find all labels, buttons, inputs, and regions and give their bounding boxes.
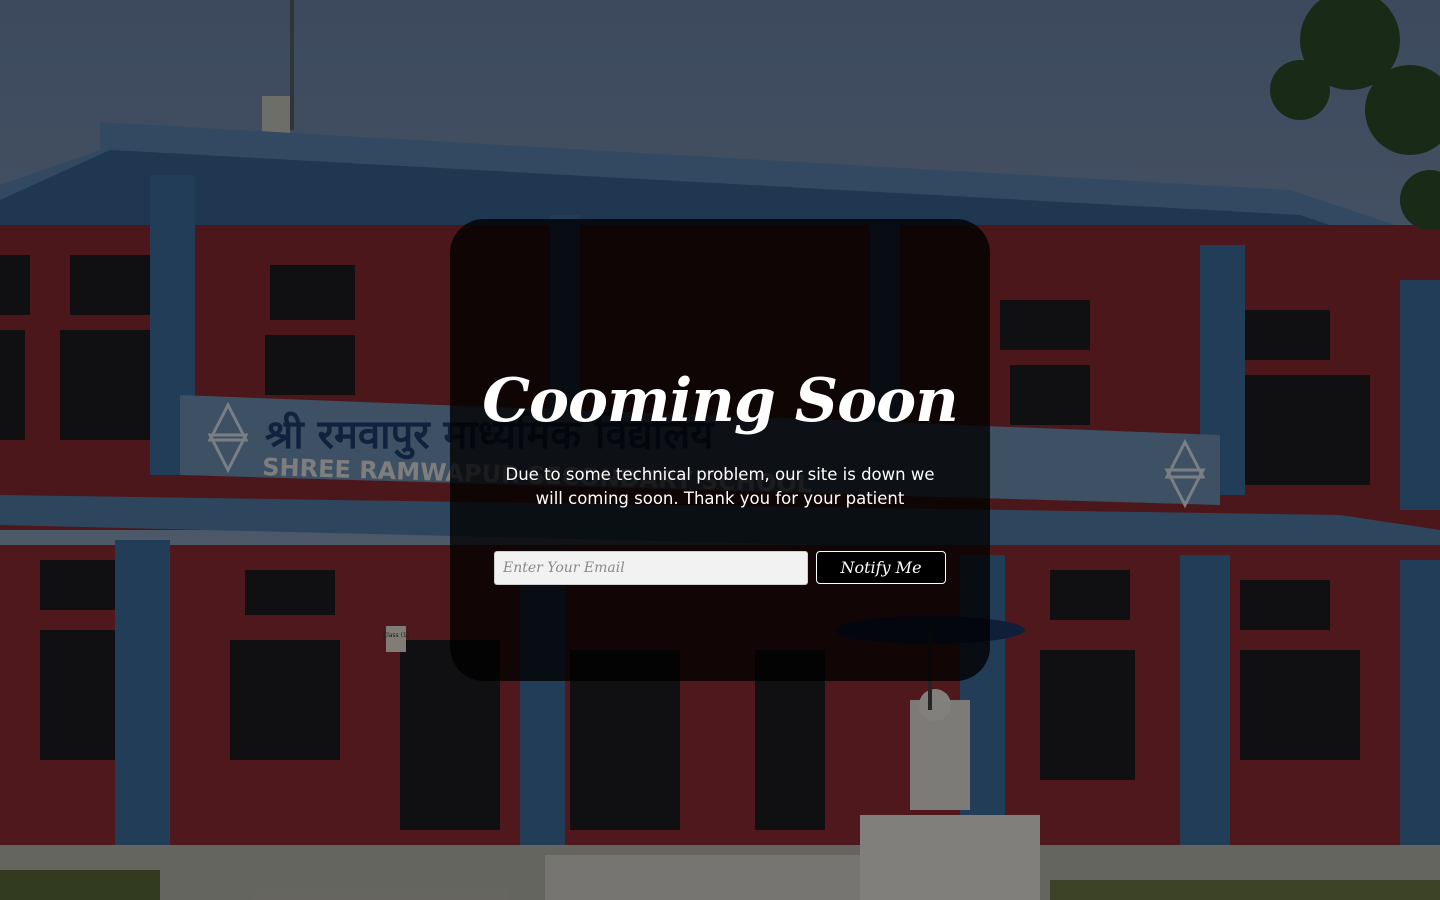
- email-input[interactable]: [494, 551, 808, 585]
- page-title: Cooming Soon: [482, 366, 959, 436]
- notify-me-button[interactable]: Notify Me: [816, 551, 946, 584]
- status-message: Due to some technical problem, our site …: [505, 465, 935, 508]
- notify-form: Notify Me: [494, 551, 946, 585]
- coming-soon-card: Cooming Soon Due to some technical probl…: [450, 219, 990, 681]
